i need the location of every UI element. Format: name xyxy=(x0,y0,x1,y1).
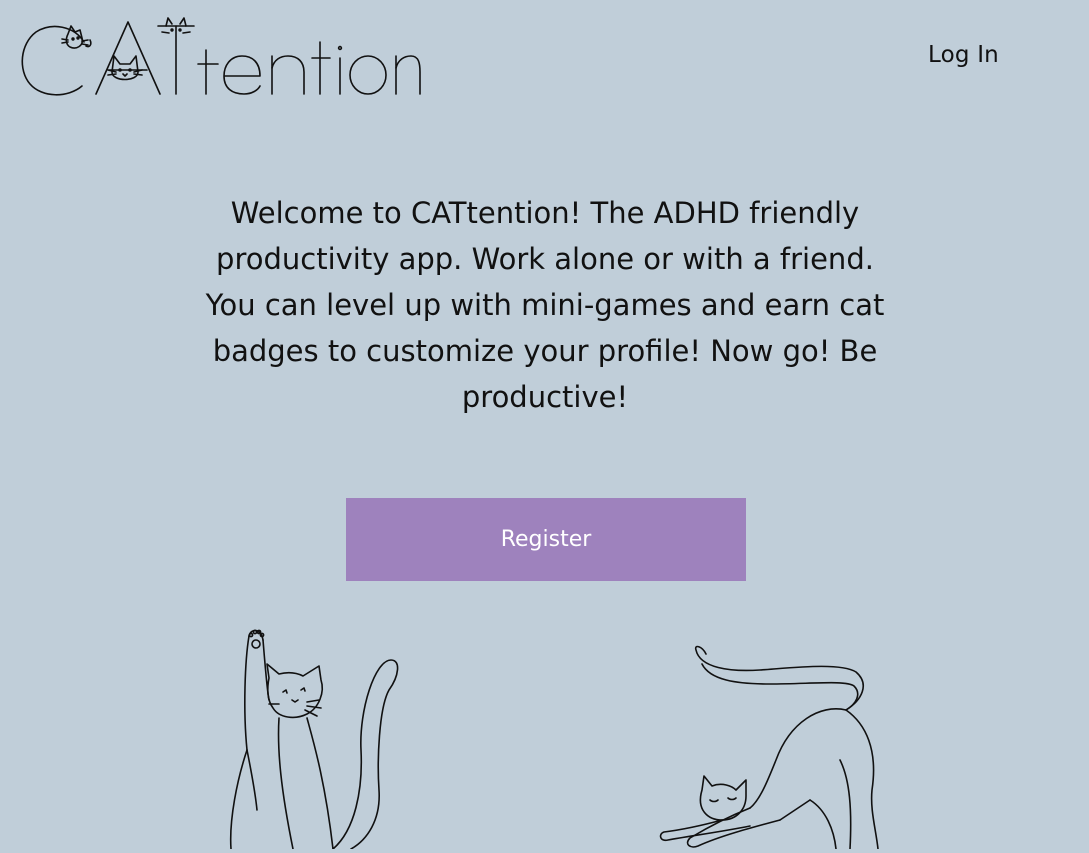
register-button[interactable]: Register xyxy=(346,498,746,581)
stretching-cat-illustration xyxy=(650,640,890,850)
login-link[interactable]: Log In xyxy=(928,42,999,68)
reaching-cat-illustration xyxy=(215,620,415,850)
cattention-logo[interactable] xyxy=(16,12,426,102)
reaching-cat-icon xyxy=(229,629,399,850)
welcome-message: Welcome to CATtention! The ADHD friendly… xyxy=(205,196,885,414)
logo-icon xyxy=(21,17,421,96)
stretching-cat-icon xyxy=(659,645,879,850)
